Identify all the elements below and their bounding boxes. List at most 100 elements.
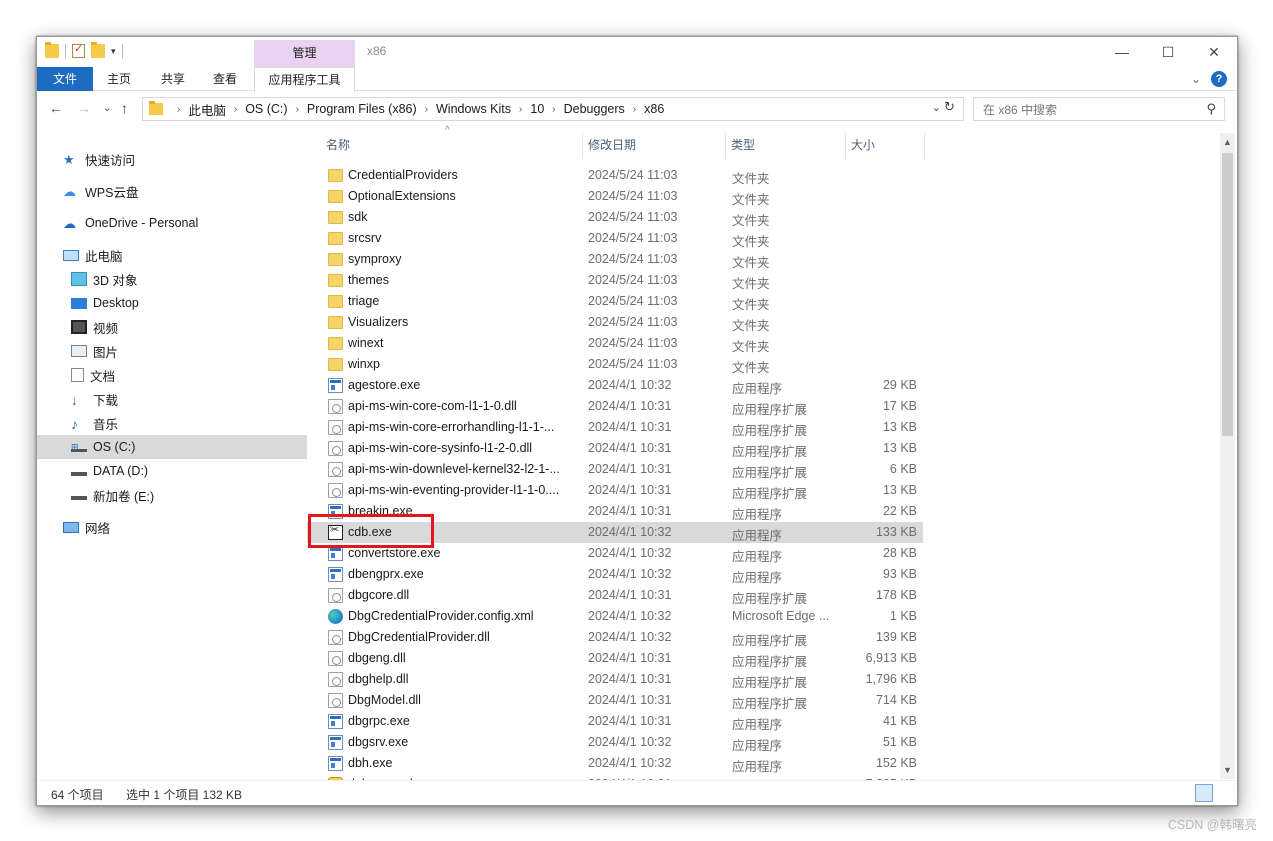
nav-item-desktop[interactable]: Desktop xyxy=(37,291,307,315)
nav-item-videos[interactable]: 视频 xyxy=(37,315,307,339)
nav-item-network[interactable]: 网络 xyxy=(37,515,307,539)
large-icons-view-icon[interactable] xyxy=(1215,784,1233,802)
scroll-down-icon[interactable]: ▼ xyxy=(1220,763,1235,777)
breadcrumb-separator-icon[interactable]: › xyxy=(519,104,522,115)
breadcrumb-program-files[interactable]: Program Files (x86) xyxy=(307,102,417,116)
file-row[interactable]: api-ms-win-core-com-l1-1-0.dll 2024/4/1 1… xyxy=(307,396,923,417)
file-row[interactable]: dbgcore.dll 2024/4/1 10:31 应用程序扩展 178 KB xyxy=(307,585,923,606)
file-row[interactable]: api-ms-win-core-errorhandling-l1-1-... 20… xyxy=(307,417,923,438)
minimize-button[interactable]: — xyxy=(1099,37,1145,67)
file-row[interactable]: themes 2024/5/24 11:03 文件夹 xyxy=(307,270,923,291)
column-divider[interactable] xyxy=(725,133,726,159)
documents-icon xyxy=(71,368,84,382)
breadcrumb-separator-icon[interactable]: › xyxy=(296,104,299,115)
file-row[interactable]: dbgrpc.exe 2024/4/1 10:31 应用程序 41 KB xyxy=(307,711,923,732)
breadcrumb-separator-icon[interactable]: › xyxy=(552,104,555,115)
file-date: 2024/5/24 11:03 xyxy=(588,189,678,203)
breadcrumb-os-c[interactable]: OS (C:) xyxy=(245,102,287,116)
edge-file-icon xyxy=(328,609,343,624)
expand-ribbon-icon[interactable]: ⌄ xyxy=(1191,72,1201,86)
tab-file[interactable]: 文件 xyxy=(37,67,93,91)
address-dropdown-icon[interactable]: ⌄ xyxy=(932,101,941,114)
properties-icon[interactable] xyxy=(72,42,85,58)
address-bar[interactable]: › 此电脑 › OS (C:) › Program Files (x86) › … xyxy=(142,97,964,121)
nav-item-downloads[interactable]: ↓ 下载 xyxy=(37,387,307,411)
file-row[interactable]: api-ms-win-downlevel-kernel32-l2-1-... 20… xyxy=(307,459,923,480)
scrollbar-thumb[interactable] xyxy=(1222,153,1233,436)
file-date: 2024/5/24 11:03 xyxy=(588,294,678,308)
nav-item-new-volume-e[interactable]: 新加卷 (E:) xyxy=(37,483,307,507)
file-row[interactable]: dbgeng.dll 2024/4/1 10:31 应用程序扩展 6,913 KB xyxy=(307,648,923,669)
nav-item-quick-access[interactable]: ★ 快速访问 xyxy=(37,147,307,171)
breadcrumb-windows-kits[interactable]: Windows Kits xyxy=(436,102,511,116)
tab-app-tools[interactable]: 应用程序工具 xyxy=(254,67,355,92)
file-row[interactable]: DbgCredentialProvider.config.xml 2024/4/1… xyxy=(307,606,923,627)
search-input[interactable]: 在 x86 中搜索 ⚲ xyxy=(973,97,1225,121)
tab-view[interactable]: 查看 xyxy=(205,67,245,91)
breadcrumb-10[interactable]: 10 xyxy=(530,102,544,116)
details-view-icon[interactable] xyxy=(1195,784,1213,802)
file-row[interactable]: DbgCredentialProvider.dll 2024/4/1 10:32 应… xyxy=(307,627,923,648)
file-row[interactable]: Visualizers 2024/5/24 11:03 文件夹 xyxy=(307,312,923,333)
nav-item-3d-objects[interactable]: 3D 对象 xyxy=(37,267,307,291)
file-row[interactable]: triage 2024/5/24 11:03 文件夹 xyxy=(307,291,923,312)
file-row[interactable]: CredentialProviders 2024/5/24 11:03 文件夹 xyxy=(307,165,923,186)
column-header-name[interactable]: 名称 xyxy=(326,130,350,160)
forward-arrow-icon[interactable]: → xyxy=(77,100,91,116)
file-row[interactable]: api-ms-win-eventing-provider-l1-1-0.... 2… xyxy=(307,480,923,501)
file-row[interactable]: dbh.exe 2024/4/1 10:32 应用程序 152 KB xyxy=(307,753,923,774)
file-row[interactable]: dbengprx.exe 2024/4/1 10:32 应用程序 93 KB xyxy=(307,564,923,585)
refresh-icon[interactable]: ↻ xyxy=(944,99,955,115)
search-icon[interactable]: ⚲ xyxy=(1206,101,1216,117)
nav-item-data-d[interactable]: DATA (D:) xyxy=(37,459,307,483)
tab-manage[interactable]: 管理 xyxy=(254,40,355,67)
column-header-date[interactable]: 修改日期 xyxy=(588,130,636,160)
new-folder-icon[interactable] xyxy=(91,42,105,58)
breadcrumb-separator-icon[interactable]: › xyxy=(234,104,237,115)
maximize-button[interactable]: ☐ xyxy=(1145,37,1191,67)
column-header-type[interactable]: 类型 xyxy=(731,130,755,160)
nav-item-onedrive[interactable]: ☁ OneDrive - Personal xyxy=(37,211,307,235)
back-arrow-icon[interactable]: ← xyxy=(49,100,63,116)
file-row[interactable]: srcsrv 2024/5/24 11:03 文件夹 xyxy=(307,228,923,249)
recent-dropdown-icon[interactable]: ⌄ xyxy=(103,103,111,114)
nav-item-documents[interactable]: 文档 xyxy=(37,363,307,387)
file-row[interactable]: DbgModel.dll 2024/4/1 10:31 应用程序扩展 714 KB xyxy=(307,690,923,711)
nav-item-this-pc[interactable]: 此电脑 xyxy=(37,243,307,267)
breadcrumb-separator-icon[interactable]: › xyxy=(425,104,428,115)
dll-file-icon xyxy=(328,672,343,687)
column-divider[interactable] xyxy=(924,133,925,159)
file-row[interactable]: sdk 2024/5/24 11:03 文件夹 xyxy=(307,207,923,228)
file-row[interactable]: dbghelp.dll 2024/4/1 10:31 应用程序扩展 1,796 KB xyxy=(307,669,923,690)
column-divider[interactable] xyxy=(845,133,846,159)
nav-item-wps-cloud[interactable]: ☁ WPS云盘 xyxy=(37,179,307,203)
nav-item-os-c[interactable]: ⊞ OS (C:) xyxy=(37,435,307,459)
file-row[interactable]: api-ms-win-core-sysinfo-l1-2-0.dll 2024/4… xyxy=(307,438,923,459)
customize-dropdown-icon[interactable]: ▾ xyxy=(111,46,116,57)
file-row[interactable]: symproxy 2024/5/24 11:03 文件夹 xyxy=(307,249,923,270)
file-row[interactable]: winext 2024/5/24 11:03 文件夹 xyxy=(307,333,923,354)
file-date: 2024/5/24 11:03 xyxy=(588,336,678,350)
file-row[interactable]: OptionalExtensions 2024/5/24 11:03 文件夹 xyxy=(307,186,923,207)
breadcrumb-separator-icon[interactable]: › xyxy=(633,104,636,115)
file-row[interactable]: winxp 2024/5/24 11:03 文件夹 xyxy=(307,354,923,375)
tab-share[interactable]: 共享 xyxy=(153,67,193,91)
folder-icon[interactable] xyxy=(45,42,59,58)
nav-item-music[interactable]: ♪ 音乐 xyxy=(37,411,307,435)
close-button[interactable]: ✕ xyxy=(1191,37,1237,67)
column-divider[interactable] xyxy=(582,133,583,159)
breadcrumb-debuggers[interactable]: Debuggers xyxy=(564,102,625,116)
help-icon[interactable]: ? xyxy=(1211,71,1227,87)
file-row[interactable]: dbgsrv.exe 2024/4/1 10:32 应用程序 51 KB xyxy=(307,732,923,753)
breadcrumb-separator-icon[interactable]: › xyxy=(177,104,180,115)
up-arrow-icon[interactable]: ↑ xyxy=(121,100,128,116)
tab-home[interactable]: 主页 xyxy=(99,67,139,91)
breadcrumb-this-pc[interactable]: 此电脑 xyxy=(188,100,226,119)
file-row[interactable]: agestore.exe 2024/4/1 10:32 应用程序 29 KB xyxy=(307,375,923,396)
nav-item-pictures[interactable]: 图片 xyxy=(37,339,307,363)
scroll-up-icon[interactable]: ▲ xyxy=(1220,135,1235,149)
navigation-pane: ★ 快速访问 ☁ WPS云盘 ☁ OneDrive - Personal 此电脑… xyxy=(37,129,307,779)
column-header-size[interactable]: 大小 xyxy=(851,130,875,160)
breadcrumb-x86[interactable]: x86 xyxy=(644,102,664,116)
vertical-scrollbar[interactable]: ▲ ▼ xyxy=(1220,133,1235,779)
